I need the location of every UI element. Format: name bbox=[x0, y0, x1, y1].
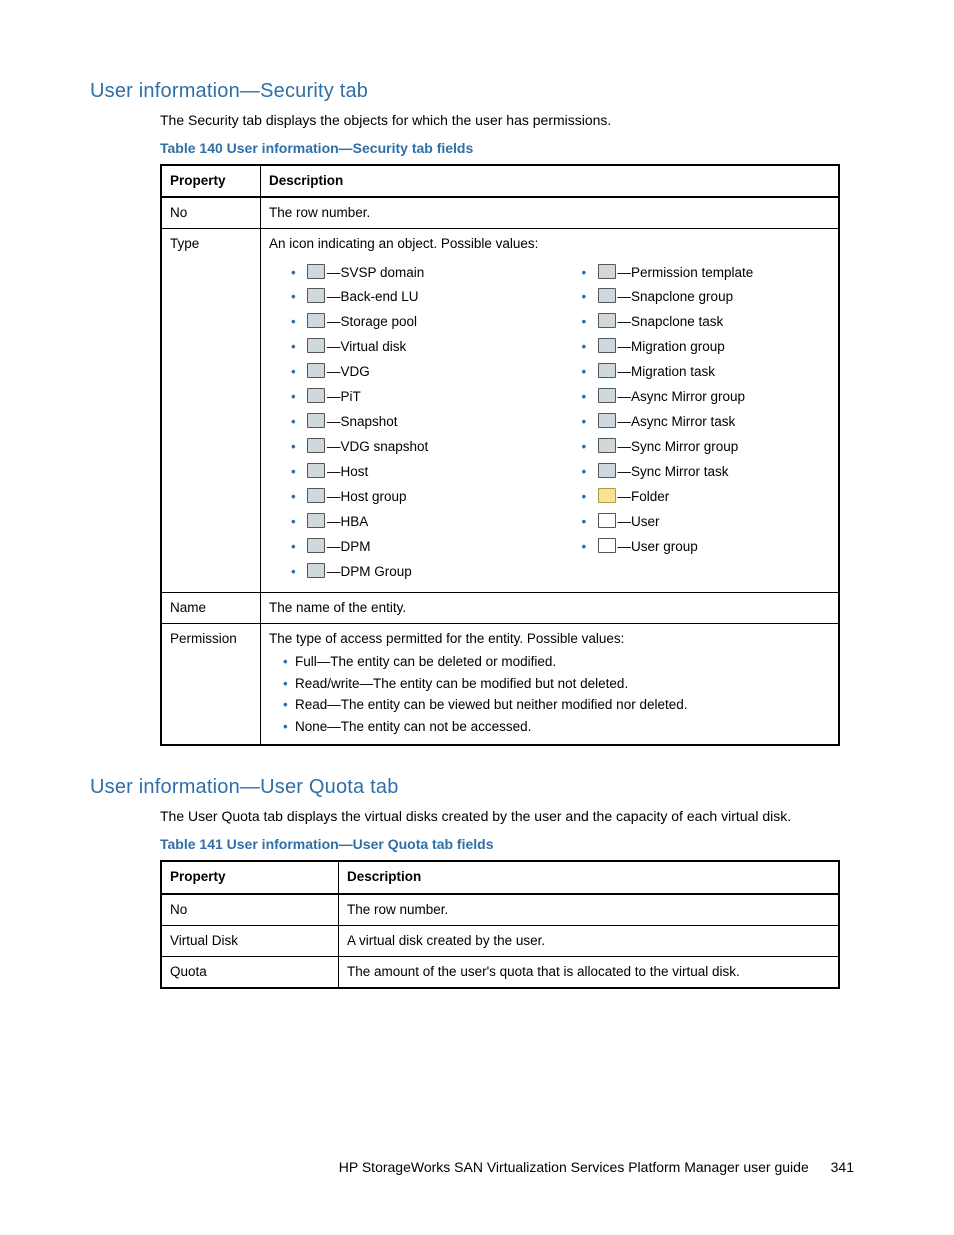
icon-label: —User group bbox=[618, 539, 698, 554]
virtual-disk-icon bbox=[307, 338, 325, 353]
async-mirror-group-icon bbox=[598, 388, 616, 403]
icon-label: —Virtual disk bbox=[327, 339, 406, 354]
icon-label: —Folder bbox=[618, 489, 670, 504]
col-description: Description bbox=[261, 165, 840, 197]
icon-label: —Permission template bbox=[618, 265, 754, 280]
col-property: Property bbox=[161, 861, 339, 893]
hba-icon bbox=[307, 513, 325, 528]
snapclone-group-icon bbox=[598, 288, 616, 303]
sync-mirror-group-icon bbox=[598, 438, 616, 453]
icon-label: —DPM Group bbox=[327, 564, 412, 579]
table-140: Property Description No The row number. … bbox=[160, 164, 840, 747]
type-icons-left: —SVSP domain —Back-end LU —Storage pool … bbox=[269, 262, 540, 584]
type-intro: An icon indicating an object. Possible v… bbox=[269, 235, 830, 253]
icon-label: —Snapshot bbox=[327, 414, 398, 429]
permission-item: Read/write—The entity can be modified bu… bbox=[283, 674, 830, 694]
user-group-icon bbox=[598, 538, 616, 553]
permission-item: Read—The entity can be viewed but neithe… bbox=[283, 695, 830, 715]
cell-desc: A virtual disk created by the user. bbox=[339, 925, 840, 956]
icon-label: —VDG bbox=[327, 364, 370, 379]
cell-prop: Virtual Disk bbox=[161, 925, 339, 956]
icon-label: —Migration task bbox=[618, 364, 716, 379]
icon-label: —Host bbox=[327, 464, 368, 479]
icon-label: —Async Mirror group bbox=[618, 389, 746, 404]
cell-desc: An icon indicating an object. Possible v… bbox=[261, 229, 840, 592]
cell-prop: Type bbox=[161, 229, 261, 592]
storage-pool-icon bbox=[307, 313, 325, 328]
cell-desc: The name of the entity. bbox=[261, 592, 840, 623]
host-group-icon bbox=[307, 488, 325, 503]
table-141: Property Description No The row number. … bbox=[160, 860, 840, 989]
migration-task-icon bbox=[598, 363, 616, 378]
permission-item: Full—The entity can be deleted or modifi… bbox=[283, 652, 830, 672]
user-icon bbox=[598, 513, 616, 528]
icon-label: —Back-end LU bbox=[327, 289, 419, 304]
icon-label: —VDG snapshot bbox=[327, 439, 428, 454]
migration-group-icon bbox=[598, 338, 616, 353]
cell-desc: The row number. bbox=[261, 197, 840, 229]
row-name: Name The name of the entity. bbox=[161, 592, 839, 623]
table-140-caption: Table 140 User information—Security tab … bbox=[160, 140, 864, 156]
async-mirror-task-icon bbox=[598, 413, 616, 428]
row-no: No The row number. bbox=[161, 894, 839, 926]
heading-security: User information—Security tab bbox=[90, 80, 864, 103]
permission-template-icon bbox=[598, 264, 616, 279]
host-icon bbox=[307, 463, 325, 478]
row-permission: Permission The type of access permitted … bbox=[161, 623, 839, 745]
col-property: Property bbox=[161, 165, 261, 197]
icon-label: —Sync Mirror task bbox=[618, 464, 729, 479]
table-header: Property Description bbox=[161, 861, 839, 893]
icon-label: —Storage pool bbox=[327, 314, 417, 329]
cell-desc: The row number. bbox=[339, 894, 840, 926]
dpm-group-icon bbox=[307, 563, 325, 578]
type-icons-right: —Permission template —Snapclone group —S… bbox=[560, 262, 831, 559]
icon-label: —Async Mirror task bbox=[618, 414, 736, 429]
page-number: 341 bbox=[831, 1159, 854, 1175]
snapshot-icon bbox=[307, 413, 325, 428]
icon-label: —DPM bbox=[327, 539, 371, 554]
cell-prop: Permission bbox=[161, 623, 261, 745]
icon-label: —Migration group bbox=[618, 339, 725, 354]
cell-desc: The amount of the user's quota that is a… bbox=[339, 956, 840, 988]
permission-list: Full—The entity can be deleted or modifi… bbox=[269, 652, 830, 736]
vdg-snapshot-icon bbox=[307, 438, 325, 453]
folder-icon bbox=[598, 488, 616, 503]
permission-intro: The type of access permitted for the ent… bbox=[269, 631, 624, 646]
cell-desc: The type of access permitted for the ent… bbox=[261, 623, 840, 745]
cell-prop: No bbox=[161, 894, 339, 926]
cell-prop: Name bbox=[161, 592, 261, 623]
security-intro: The Security tab displays the objects fo… bbox=[160, 111, 864, 130]
row-virtual-disk: Virtual Disk A virtual disk created by t… bbox=[161, 925, 839, 956]
back-end-lu-icon bbox=[307, 288, 325, 303]
snapclone-task-icon bbox=[598, 313, 616, 328]
heading-quota: User information—User Quota tab bbox=[90, 776, 864, 799]
icon-label: —HBA bbox=[327, 514, 368, 529]
row-type: Type An icon indicating an object. Possi… bbox=[161, 229, 839, 592]
quota-intro: The User Quota tab displays the virtual … bbox=[160, 807, 864, 826]
icon-label: —PiT bbox=[327, 389, 361, 404]
row-quota: Quota The amount of the user's quota tha… bbox=[161, 956, 839, 988]
table-header: Property Description bbox=[161, 165, 839, 197]
icon-label: —User bbox=[618, 514, 660, 529]
col-description: Description bbox=[339, 861, 840, 893]
dpm-icon bbox=[307, 538, 325, 553]
icon-label: —Snapclone task bbox=[618, 314, 724, 329]
sync-mirror-task-icon bbox=[598, 463, 616, 478]
footer-title: HP StorageWorks SAN Virtualization Servi… bbox=[339, 1159, 809, 1175]
icon-label: —SVSP domain bbox=[327, 265, 424, 280]
permission-item: None—The entity can not be accessed. bbox=[283, 717, 830, 737]
page-footer: HP StorageWorks SAN Virtualization Servi… bbox=[0, 1159, 954, 1175]
cell-prop: No bbox=[161, 197, 261, 229]
vdg-icon bbox=[307, 363, 325, 378]
table-141-caption: Table 141 User information—User Quota ta… bbox=[160, 836, 864, 852]
cell-prop: Quota bbox=[161, 956, 339, 988]
pit-icon bbox=[307, 388, 325, 403]
svsp-domain-icon bbox=[307, 264, 325, 279]
icon-label: —Snapclone group bbox=[618, 289, 734, 304]
icon-label: —Sync Mirror group bbox=[618, 439, 739, 454]
icon-label: —Host group bbox=[327, 489, 407, 504]
row-no: No The row number. bbox=[161, 197, 839, 229]
